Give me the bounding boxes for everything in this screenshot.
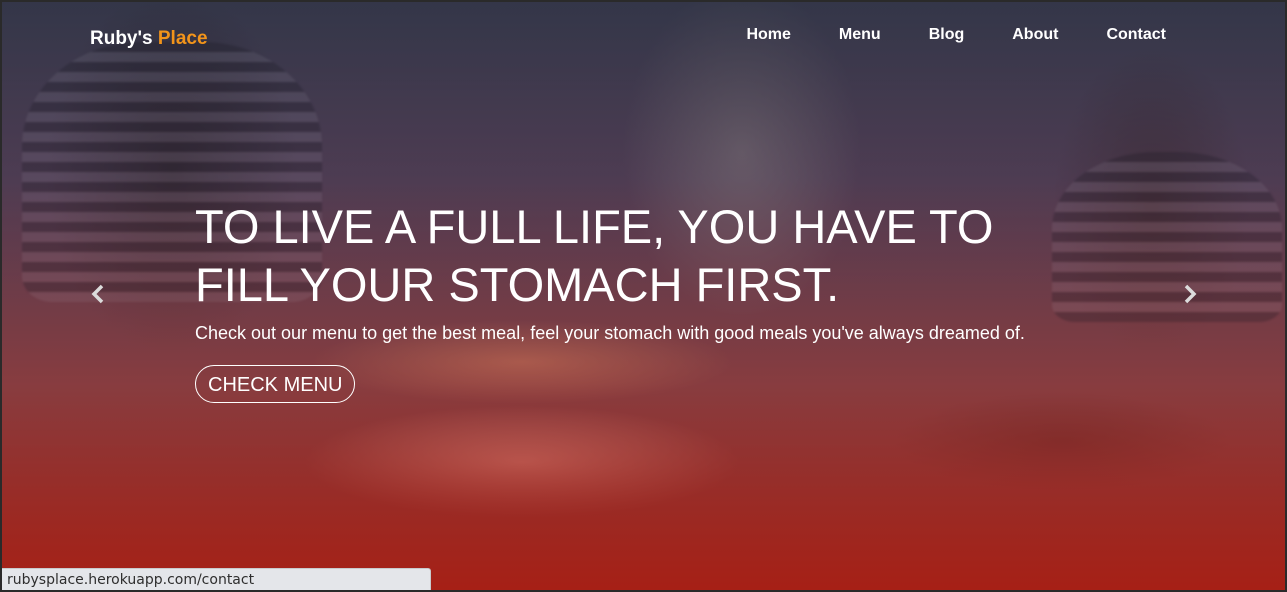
nav-item-blog[interactable]: Blog [905, 26, 989, 44]
hero-headline-line2: FILL YOUR STOMACH FIRST. [195, 258, 840, 311]
brand-accent: Place [157, 28, 208, 49]
hero-subtext: Check out our menu to get the best meal,… [195, 323, 1025, 343]
browser-status-url: rubysplace.herokuapp.com/contact [2, 568, 431, 590]
nav-item-home[interactable]: Home [722, 26, 814, 44]
navbar: Ruby's Place Home Menu Blog About Contac… [2, 2, 1285, 72]
chevron-left-icon[interactable] [83, 282, 113, 312]
nav-item-about[interactable]: About [988, 26, 1082, 44]
hero-headline-line1: TO LIVE A FULL LIFE, YOU HAVE TO [195, 200, 994, 253]
nav-menu: Home Menu Blog About Contact [722, 26, 1190, 44]
nav-item-contact[interactable]: Contact [1082, 26, 1190, 44]
brand-logo[interactable]: Ruby's Place [90, 28, 208, 50]
background-image-detail [1052, 152, 1282, 322]
nav-item-menu[interactable]: Menu [815, 26, 905, 44]
brand-name: Ruby's [90, 28, 153, 49]
check-menu-button[interactable]: CHECK MENU [195, 365, 356, 403]
chevron-right-icon[interactable] [1175, 282, 1205, 312]
hero-headline: TO LIVE A FULL LIFE, YOU HAVE TO FILL YOU… [195, 198, 1075, 314]
hero-carousel: Ruby's Place Home Menu Blog About Contac… [2, 2, 1285, 590]
